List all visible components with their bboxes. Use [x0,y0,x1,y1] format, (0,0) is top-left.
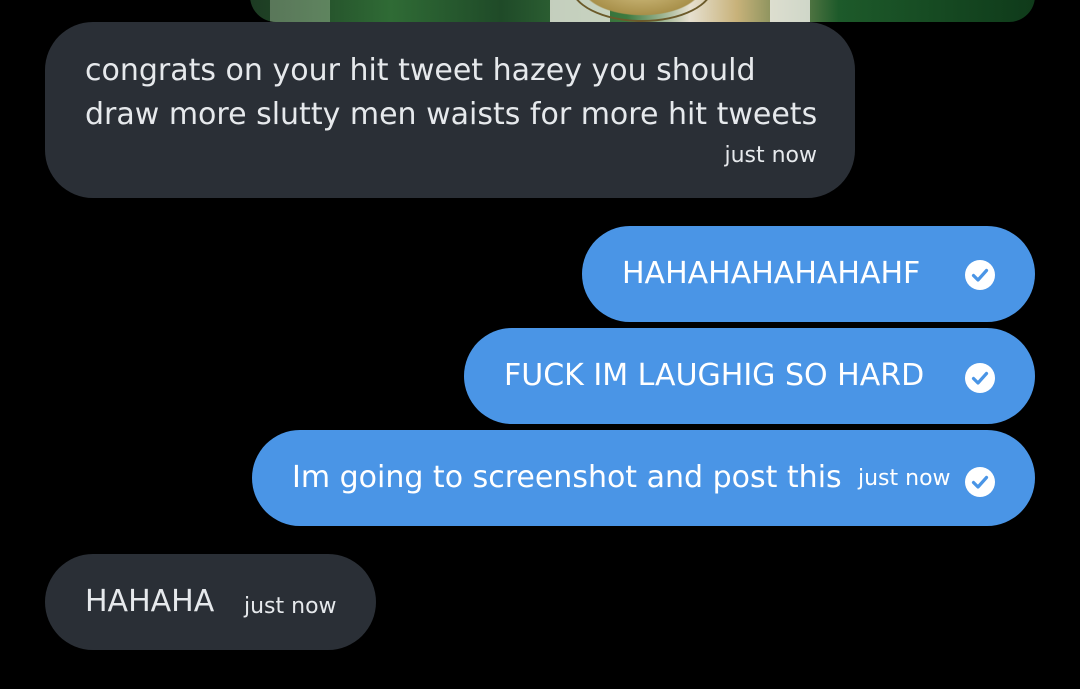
image-detail [770,0,810,22]
message-bubble-incoming[interactable]: HAHAHA just now [45,554,376,650]
message-bubble-incoming[interactable]: congrats on your hit tweet hazey you sho… [45,22,855,198]
message-bubble-outgoing[interactable]: FUCK IM LAUGHIG SO HARD [464,328,1035,424]
message-timestamp: just now [858,466,951,491]
check-circle-icon [965,363,995,393]
message-timestamp: just now [244,594,337,619]
check-circle-icon [965,260,995,290]
message-text: HAHAHA [85,584,215,619]
message-bubble-outgoing[interactable]: Im going to screenshot and post this jus… [252,430,1035,526]
message-text: Im going to screenshot and post this [292,460,842,495]
message-bubble-outgoing[interactable]: HAHAHAHAHAHAHF [582,226,1035,322]
message-text: FUCK IM LAUGHIG SO HARD [504,358,925,393]
image-detail [270,0,330,22]
message-text: HAHAHAHAHAHAHF [622,256,921,291]
message-text: congrats on your hit tweet hazey you sho… [85,53,818,132]
shared-image-preview[interactable] [250,0,1035,22]
message-timestamp: just now [724,143,817,168]
check-circle-icon [965,467,995,497]
